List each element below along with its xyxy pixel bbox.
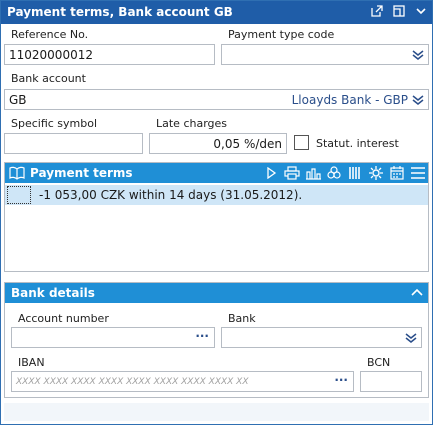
late-charges-field[interactable]: 0,05 %/den xyxy=(149,133,287,154)
payment-terms-window: Payment terms, Bank account GB Reference… xyxy=(0,0,433,425)
late-charges-value: 0,05 %/den xyxy=(213,137,282,151)
specific-symbol-label: Specific symbol xyxy=(11,117,98,130)
statut-interest-label: Statut. interest xyxy=(316,137,399,150)
payment-term-row[interactable]: -1 053,00 CZK within 14 days (31.05.2012… xyxy=(5,185,428,205)
payment-terms-header: Payment terms xyxy=(5,163,428,183)
account-number-label: Account number xyxy=(18,312,109,325)
bcn-label: BCN xyxy=(367,356,391,369)
iban-label: IBAN xyxy=(18,356,45,369)
title-bar-controls xyxy=(370,4,428,18)
collapse-up-icon[interactable] xyxy=(410,286,424,303)
payment-term-text: -1 053,00 CZK within 14 days (31.05.2012… xyxy=(39,188,303,202)
bank-details-header: Bank details xyxy=(5,283,428,303)
dropdown-icon[interactable] xyxy=(404,331,418,345)
bank-account-value: GB xyxy=(9,93,27,107)
bcn-field[interactable] xyxy=(360,371,422,392)
iban-placeholder: XXXX XXXX XXXX XXXX XXXX XXXX XXXX XXXX … xyxy=(16,377,249,387)
iban-field[interactable]: XXXX XXXX XXXX XXXX XXXX XXXX XXXX XXXX … xyxy=(11,371,354,392)
dropdown-icon[interactable] xyxy=(411,93,425,107)
dock-icon[interactable] xyxy=(392,4,406,18)
bank-details-title: Bank details xyxy=(11,286,95,300)
more-options-icon[interactable]: ··· xyxy=(195,329,209,343)
reference-field[interactable]: 11020000012 xyxy=(4,44,215,65)
chart-icon[interactable] xyxy=(305,165,321,181)
row-selector[interactable] xyxy=(7,186,31,204)
statut-interest-checkbox[interactable] xyxy=(294,135,309,150)
bank-label: Bank xyxy=(228,312,256,325)
bank-account-select[interactable]: GB Lloayds Bank - GBP xyxy=(4,89,429,110)
print-icon[interactable] xyxy=(284,165,300,181)
payment-terms-title: Payment terms xyxy=(30,166,133,180)
popout-icon[interactable] xyxy=(370,4,384,18)
reference-label: Reference No. xyxy=(11,28,89,41)
calendar-icon[interactable] xyxy=(389,165,405,181)
settings-gear-icon[interactable] xyxy=(368,165,384,181)
filter-group-icon[interactable] xyxy=(326,165,342,181)
columns-icon[interactable] xyxy=(347,165,363,181)
payment-type-label: Payment type code xyxy=(228,28,335,41)
late-charges-label: Late charges xyxy=(156,117,228,130)
more-options-icon[interactable]: ··· xyxy=(334,373,348,387)
account-number-field[interactable]: ··· xyxy=(11,327,215,348)
bottom-strip xyxy=(4,403,429,421)
play-icon[interactable] xyxy=(263,165,279,181)
bank-account-name: Lloayds Bank - GBP xyxy=(291,93,408,107)
payment-terms-panel: Payment terms -1 053,00 CZK within 14 da… xyxy=(4,162,429,272)
window-title: Payment terms, Bank account GB xyxy=(7,5,233,19)
book-icon xyxy=(9,166,25,183)
bank-select[interactable] xyxy=(221,327,422,348)
reference-value: 11020000012 xyxy=(9,48,93,62)
menu-icon[interactable] xyxy=(410,165,426,181)
collapse-chevron-icon[interactable] xyxy=(414,4,428,18)
payment-type-select[interactable] xyxy=(221,44,429,65)
payment-terms-toolbar xyxy=(263,165,426,181)
title-bar: Payment terms, Bank account GB xyxy=(1,1,432,24)
bank-account-label: Bank account xyxy=(11,72,86,85)
specific-symbol-field[interactable] xyxy=(4,133,143,154)
dropdown-icon[interactable] xyxy=(411,48,425,62)
